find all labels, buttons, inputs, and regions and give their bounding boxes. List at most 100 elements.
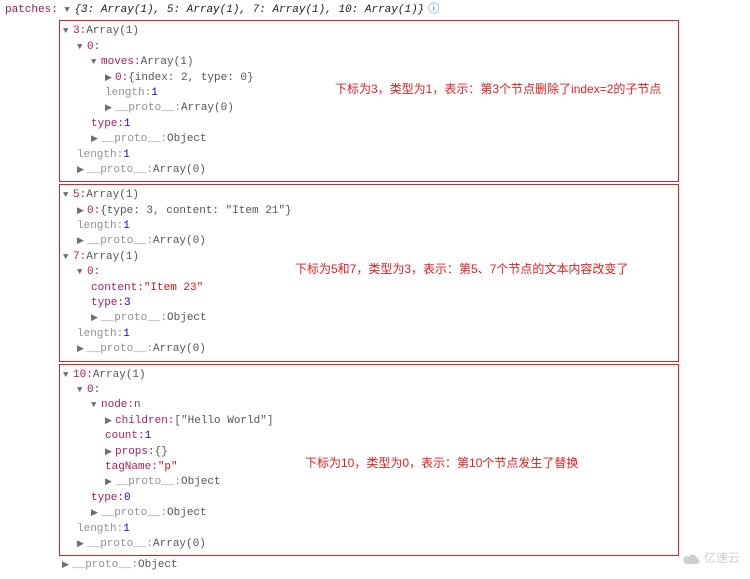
proto-key: __proto__: [101, 132, 167, 147]
expand-icon[interactable] [105, 101, 115, 116]
info-icon[interactable]: ⓘ [428, 3, 439, 18]
key-3: 3: [73, 24, 86, 39]
proto-key: __proto__: [87, 537, 153, 552]
content-key: content: [91, 281, 144, 296]
annotation-3: 下标为3，类型为1，表示：第3个节点删除了index=2的子节点 [335, 81, 661, 98]
annotation-10: 下标为10，类型为0，表示：第10个节点发生了替换 [305, 455, 578, 472]
children-key: children: [115, 414, 174, 429]
length-value: 1 [123, 327, 130, 342]
tagname-key: tagName: [105, 460, 158, 475]
type-label: Array(1) [86, 250, 139, 265]
proto-key: __proto__: [101, 506, 167, 521]
type-key: type: [91, 117, 124, 132]
expand-icon[interactable] [77, 234, 87, 249]
watermark-text: 亿速云 [704, 550, 740, 567]
moves-key: moves: [101, 55, 141, 70]
type-label: Array(1) [86, 188, 139, 203]
tagname-value: "p" [158, 460, 178, 475]
length-key: length: [77, 219, 123, 234]
index-0: 0: [87, 383, 100, 398]
node-value: n [134, 398, 141, 413]
expand-icon[interactable] [77, 163, 87, 178]
expand-icon[interactable] [63, 250, 73, 265]
type-label: Array(1) [86, 24, 139, 39]
root-label: patches: [5, 3, 58, 18]
count-value: 1 [145, 429, 152, 444]
proto-value: Object [167, 132, 207, 147]
annotation-5-7: 下标为5和7，类型为3，表示：第5、7个节点的文本内容改变了 [295, 261, 628, 278]
length-value: 1 [123, 219, 130, 234]
proto-key: __proto__: [72, 558, 138, 573]
value: {type: 3, content: "Item 21"} [100, 204, 291, 219]
proto-key: __proto__: [101, 311, 167, 326]
expand-icon[interactable] [64, 3, 74, 18]
root-row: patches: {3: Array(1), 5: Array(1), 7: A… [5, 3, 745, 18]
length-key: length: [77, 148, 123, 163]
proto-value: Object [167, 506, 207, 521]
node-key: node: [101, 398, 134, 413]
index-0: 0: [87, 40, 100, 55]
root-summary: {3: Array(1), 5: Array(1), 7: Array(1), … [74, 3, 424, 18]
box-5-7: 下标为5和7，类型为3，表示：第5、7个节点的文本内容改变了 5: Array(… [59, 184, 679, 361]
expand-icon[interactable] [91, 311, 101, 326]
expand-icon[interactable] [77, 342, 87, 357]
expand-icon[interactable] [91, 55, 101, 70]
length-value: 1 [123, 522, 130, 537]
expand-icon[interactable] [91, 506, 101, 521]
proto-value: Object [167, 311, 207, 326]
expand-icon[interactable] [77, 265, 87, 280]
expand-icon[interactable] [105, 71, 115, 86]
expand-icon[interactable] [105, 475, 115, 490]
expand-icon[interactable] [91, 132, 101, 147]
length-value: 1 [151, 86, 158, 101]
expand-icon[interactable] [77, 40, 87, 55]
count-key: count: [105, 429, 145, 444]
proto-value: Array(0) [153, 234, 206, 249]
proto-value: Array(0) [153, 342, 206, 357]
moves-0: 0: [115, 71, 128, 86]
length-key: length: [77, 522, 123, 537]
proto-value: Object [181, 475, 221, 490]
props-key: props: [115, 445, 155, 460]
key-5: 5: [73, 188, 86, 203]
expand-icon[interactable] [62, 558, 72, 573]
proto-key: __proto__: [87, 342, 153, 357]
expand-icon[interactable] [63, 188, 73, 203]
proto-key: __proto__: [115, 101, 181, 116]
expand-icon[interactable] [77, 204, 87, 219]
key-7: 7: [73, 250, 86, 265]
expand-icon[interactable] [63, 368, 73, 383]
type-value: 0 [124, 491, 131, 506]
proto-key: __proto__: [115, 475, 181, 490]
expand-icon[interactable] [77, 537, 87, 552]
box-3: 下标为3，类型为1，表示：第3个节点删除了index=2的子节点 3: Arra… [59, 20, 679, 182]
index-0: 0: [87, 265, 100, 280]
expand-icon[interactable] [105, 414, 115, 429]
moves-type: Array(1) [141, 55, 194, 70]
index-0: 0: [87, 204, 100, 219]
proto-key: __proto__: [87, 163, 153, 178]
expand-icon[interactable] [77, 383, 87, 398]
length-value: 1 [123, 148, 130, 163]
type-value: 1 [124, 117, 131, 132]
watermark: 亿速云 [681, 550, 740, 567]
type-value: 3 [124, 296, 131, 311]
proto-value: Object [138, 558, 178, 573]
key-10: 10: [73, 368, 93, 383]
proto-value: Array(0) [153, 163, 206, 178]
expand-icon[interactable] [91, 398, 101, 413]
length-key: length: [105, 86, 151, 101]
proto-value: Array(0) [153, 537, 206, 552]
moves-0-value: {index: 2, type: 0} [128, 71, 253, 86]
type-label: Array(1) [93, 368, 146, 383]
content-value: "Item 23" [144, 281, 203, 296]
box-10: 下标为10，类型为0，表示：第10个节点发生了替换 10: Array(1) 0… [59, 364, 679, 557]
type-key: type: [91, 296, 124, 311]
tree: 下标为3，类型为1，表示：第3个节点删除了index=2的子节点 3: Arra… [62, 20, 745, 573]
length-key: length: [77, 327, 123, 342]
children-value: ["Hello World"] [174, 414, 273, 429]
proto-value: Array(0) [181, 101, 234, 116]
cloud-icon [681, 552, 701, 566]
expand-icon[interactable] [63, 24, 73, 39]
expand-icon[interactable] [105, 445, 115, 460]
